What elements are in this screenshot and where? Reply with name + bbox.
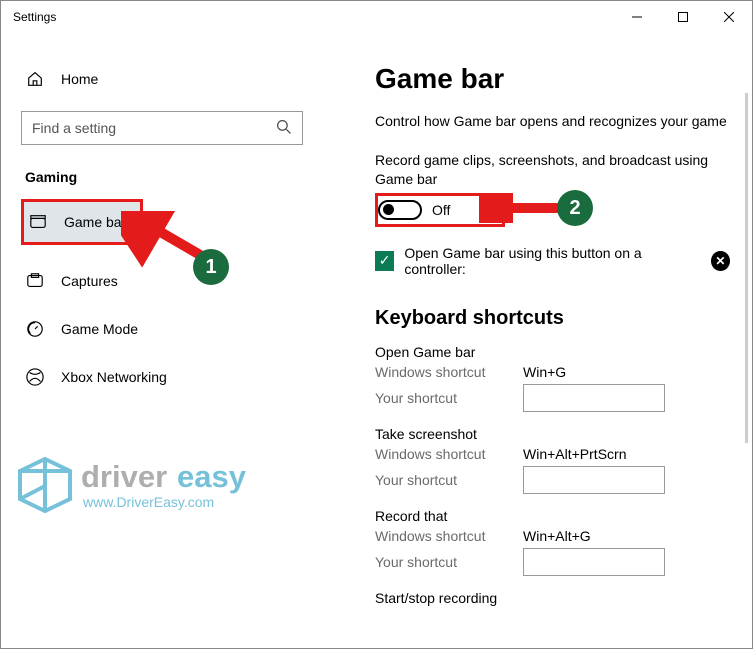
sidebar-item-label: Captures <box>61 273 118 289</box>
annotation-step-2: 2 <box>557 190 593 226</box>
shortcut-title: Record that <box>375 508 730 524</box>
window-title: Settings <box>13 10 614 24</box>
scrollbar[interactable] <box>745 93 748 443</box>
controller-checkbox-label: Open Game bar using this button on a con… <box>404 245 696 277</box>
sidebar-item-label: Xbox Networking <box>61 369 167 385</box>
shortcut-title: Take screenshot <box>375 426 730 442</box>
close-button[interactable] <box>706 1 752 33</box>
shortcut-title: Open Game bar <box>375 344 730 360</box>
shortcut-your-label: Your shortcut <box>375 472 523 488</box>
search-placeholder: Find a setting <box>32 120 276 136</box>
record-description: Record game clips, screenshots, and broa… <box>375 151 730 189</box>
shortcut-win-label: Windows shortcut <box>375 528 523 544</box>
gamemode-icon <box>25 319 45 339</box>
sidebar: Home Find a setting Gaming Game bar <box>1 33 323 648</box>
annotation-step-1: 1 <box>193 249 229 285</box>
shortcut-input[interactable] <box>523 548 665 576</box>
shortcuts-heading: Keyboard shortcuts <box>375 307 730 330</box>
shortcut-win-value: Win+Alt+PrtScrn <box>523 446 626 462</box>
shortcut-input[interactable] <box>523 466 665 494</box>
category-heading: Gaming <box>21 169 303 185</box>
shortcut-take-screenshot: Take screenshot Windows shortcut Win+Alt… <box>375 426 730 494</box>
shortcut-win-label: Windows shortcut <box>375 364 523 380</box>
controller-checkbox[interactable]: ✓ <box>375 251 394 271</box>
search-input[interactable]: Find a setting <box>21 111 303 145</box>
sidebar-item-game-mode[interactable]: Game Mode <box>21 309 303 349</box>
search-icon <box>276 119 292 138</box>
annotation-arrow-2 <box>479 193 569 223</box>
maximize-button[interactable] <box>660 1 706 33</box>
minimize-button[interactable] <box>614 1 660 33</box>
gamebar-toggle-label: Off <box>432 202 450 218</box>
titlebar: Settings <box>1 1 752 33</box>
gamebar-toggle[interactable] <box>378 200 422 220</box>
sidebar-item-label: Game Mode <box>61 321 138 337</box>
home-icon <box>25 69 45 89</box>
page-description: Control how Game bar opens and recognize… <box>375 113 730 129</box>
sidebar-item-xbox-networking[interactable]: Xbox Networking <box>21 357 303 397</box>
shortcut-your-label: Your shortcut <box>375 390 523 406</box>
shortcut-input[interactable] <box>523 384 665 412</box>
watermark: driver easy www.DriverEasy.com <box>15 451 295 524</box>
gamebar-icon <box>28 212 48 232</box>
shortcut-title: Start/stop recording <box>375 590 730 606</box>
shortcut-win-value: Win+Alt+G <box>523 528 591 544</box>
home-label: Home <box>61 71 98 87</box>
controller-checkbox-row: ✓ Open Game bar using this button on a c… <box>375 245 730 277</box>
sidebar-item-label: Game bar <box>64 214 126 230</box>
svg-text:www.DriverEasy.com: www.DriverEasy.com <box>82 494 214 510</box>
shortcut-win-value: Win+G <box>523 364 566 380</box>
svg-text:driver: driver <box>81 459 167 494</box>
shortcut-start-stop-recording: Start/stop recording <box>375 590 730 606</box>
page-title: Game bar <box>375 63 730 95</box>
window-buttons <box>614 1 752 33</box>
xbox-icon <box>25 367 45 387</box>
shortcut-your-label: Your shortcut <box>375 554 523 570</box>
shortcut-open-gamebar: Open Game bar Windows shortcut Win+G You… <box>375 344 730 412</box>
shortcut-record-that: Record that Windows shortcut Win+Alt+G Y… <box>375 508 730 576</box>
xbox-controller-icon: ✕ <box>711 251 730 271</box>
home-nav[interactable]: Home <box>21 61 303 97</box>
svg-text:easy: easy <box>177 459 247 494</box>
main-panel: Game bar Control how Game bar opens and … <box>323 33 752 648</box>
captures-icon <box>25 271 45 291</box>
shortcut-win-label: Windows shortcut <box>375 446 523 462</box>
